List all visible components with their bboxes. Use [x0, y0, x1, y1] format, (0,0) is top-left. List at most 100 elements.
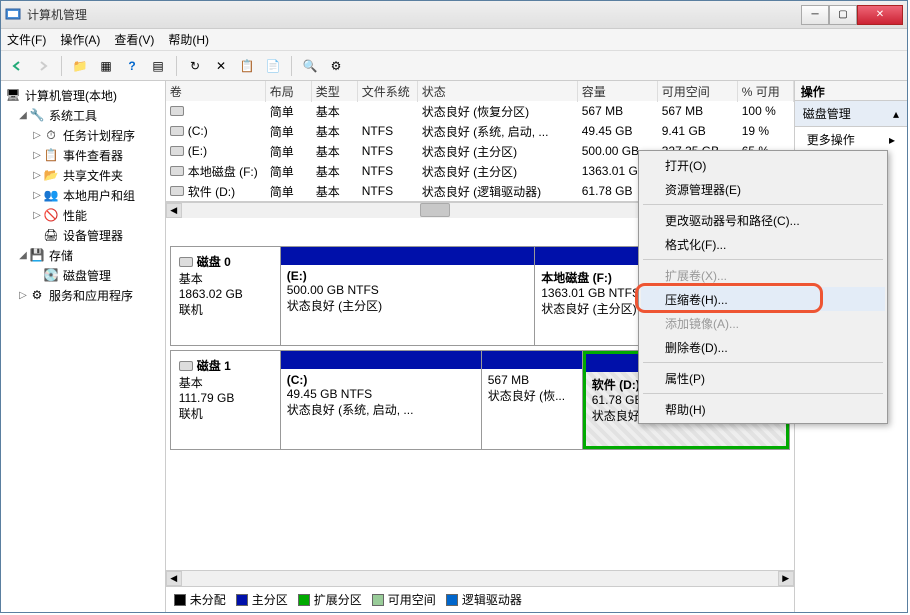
back-button[interactable] [7, 56, 27, 76]
drive-icon [170, 126, 184, 136]
tree-users[interactable]: ▷👥本地用户和组 [3, 185, 163, 205]
col-volume[interactable]: 卷 [166, 81, 266, 102]
menubar: 文件(F) 操作(A) 查看(V) 帮助(H) [1, 29, 907, 51]
volume-layout: 简单 [266, 181, 312, 202]
col-percent[interactable]: % 可用 [738, 81, 794, 102]
partition-status: 状态良好 (恢... [488, 387, 576, 404]
volume-name: (E:) [188, 144, 207, 158]
table-row[interactable]: 简单基本状态良好 (恢复分区)567 MB567 MB100 % [166, 101, 794, 121]
tree-storage[interactable]: ◢💾存储 [3, 245, 163, 265]
disk-0-label[interactable]: 磁盘 0 基本 1863.02 GB 联机 [171, 247, 281, 345]
menu-file[interactable]: 文件(F) [7, 31, 46, 48]
highlight-box [635, 283, 823, 313]
tree-users-label: 本地用户和组 [63, 187, 135, 204]
app-window: 计算机管理 ─ ▢ ✕ 文件(F) 操作(A) 查看(V) 帮助(H) 📁 ▦ … [0, 0, 908, 613]
volume-type: 基本 [312, 141, 358, 162]
context-shrink[interactable]: 压缩卷(H)... [641, 287, 885, 311]
drive-icon [170, 106, 184, 116]
disk-1-partition-recovery[interactable]: 567 MB 状态良好 (恢... [482, 351, 583, 449]
toolbar: 📁 ▦ ? ▤ ↻ ✕ 📋 📄 🔍 ⚙ [1, 51, 907, 81]
tree-services[interactable]: ▷⚙服务和应用程序 [3, 285, 163, 305]
actions-header: 操作 [795, 81, 907, 101]
tree-systools[interactable]: ◢🔧系统工具 [3, 105, 163, 125]
menu-view[interactable]: 查看(V) [114, 31, 154, 48]
menu-help[interactable]: 帮助(H) [168, 31, 209, 48]
disk-1-type: 基本 [179, 374, 272, 391]
tree-panel: 🖥计算机管理(本地) ◢🔧系统工具 ▷⏱任务计划程序 ▷📋事件查看器 ▷📂共享文… [1, 81, 166, 612]
delete-icon[interactable]: ✕ [211, 56, 231, 76]
context-help[interactable]: 帮助(H) [641, 397, 885, 421]
partition-name: (C:) [287, 373, 475, 387]
disk-1-label[interactable]: 磁盘 1 基本 111.79 GB 联机 [171, 351, 281, 449]
volume-status: 状态良好 (主分区) [418, 141, 578, 162]
volume-fs: NTFS [358, 142, 418, 160]
props-icon[interactable]: 📄 [263, 56, 283, 76]
disk-1-size: 111.79 GB [179, 391, 272, 405]
col-status[interactable]: 状态 [418, 81, 578, 102]
tree-root[interactable]: 🖥计算机管理(本地) [3, 85, 163, 105]
tool-icon[interactable]: ▤ [148, 56, 168, 76]
context-change-letter[interactable]: 更改驱动器号和路径(C)... [641, 208, 885, 232]
col-type[interactable]: 类型 [312, 81, 358, 102]
tree-eventviewer[interactable]: ▷📋事件查看器 [3, 145, 163, 165]
context-properties[interactable]: 属性(P) [641, 366, 885, 390]
volume-layout: 简单 [266, 141, 312, 162]
tree-shared[interactable]: ▷📂共享文件夹 [3, 165, 163, 185]
list-icon[interactable]: 📋 [237, 56, 257, 76]
legend-unallocated: 未分配 [174, 591, 226, 608]
tree-scheduler[interactable]: ▷⏱任务计划程序 [3, 125, 163, 145]
disk-1-title: 磁盘 1 [197, 357, 231, 374]
view-icon[interactable]: ▦ [96, 56, 116, 76]
disk-scrollbar[interactable]: ◀ ▶ [166, 570, 794, 586]
volume-percent: 19 % [738, 122, 794, 140]
volume-type: 基本 [312, 181, 358, 202]
tree-devmgr[interactable]: 🖨设备管理器 [3, 225, 163, 245]
tree-eventviewer-label: 事件查看器 [63, 147, 123, 164]
settings-icon[interactable]: ⚙ [326, 56, 346, 76]
tree-diskmgmt[interactable]: 💽磁盘管理 [3, 265, 163, 285]
partition-status: 状态良好 (主分区) [287, 297, 529, 314]
actions-more[interactable]: 更多操作▸ [795, 127, 907, 152]
folder-icon[interactable]: 📁 [70, 56, 90, 76]
drive-icon [170, 146, 184, 156]
volume-fs: NTFS [358, 122, 418, 140]
tree-perf[interactable]: ▷🚫性能 [3, 205, 163, 225]
tree-devmgr-label: 设备管理器 [63, 227, 123, 244]
col-capacity[interactable]: 容量 [578, 81, 658, 102]
disk-0-partition-e[interactable]: (E:) 500.00 GB NTFS 状态良好 (主分区) [281, 247, 536, 345]
refresh-icon[interactable]: ↻ [185, 56, 205, 76]
tree-shared-label: 共享文件夹 [63, 167, 123, 184]
partition-size: 49.45 GB NTFS [287, 387, 475, 401]
volume-layout: 简单 [266, 101, 312, 122]
help-icon[interactable]: ? [122, 56, 142, 76]
disk-0-size: 1863.02 GB [179, 287, 272, 301]
actions-section[interactable]: 磁盘管理▴ [795, 101, 907, 127]
menu-action[interactable]: 操作(A) [60, 31, 100, 48]
forward-button[interactable] [33, 56, 53, 76]
search-icon[interactable]: 🔍 [300, 56, 320, 76]
context-explorer[interactable]: 资源管理器(E) [641, 177, 885, 201]
scroll-left-icon[interactable]: ◀ [166, 203, 182, 218]
minimize-button[interactable]: ─ [801, 5, 829, 25]
col-free[interactable]: 可用空间 [658, 81, 738, 102]
drive-icon [170, 186, 184, 196]
volume-status: 状态良好 (主分区) [418, 161, 578, 182]
disk-1-status: 联机 [179, 405, 272, 422]
volume-percent: 100 % [738, 102, 794, 120]
close-button[interactable]: ✕ [857, 5, 903, 25]
tree-root-label: 计算机管理(本地) [25, 87, 117, 104]
table-row[interactable]: (C:)简单基本NTFS状态良好 (系统, 启动, ...49.45 GB9.4… [166, 121, 794, 141]
volume-capacity: 49.45 GB [578, 122, 658, 140]
maximize-button[interactable]: ▢ [829, 5, 857, 25]
col-layout[interactable]: 布局 [266, 81, 312, 102]
disk-1-partition-c[interactable]: (C:) 49.45 GB NTFS 状态良好 (系统, 启动, ... [281, 351, 482, 449]
context-delete[interactable]: 删除卷(D)... [641, 335, 885, 359]
scroll-left-icon[interactable]: ◀ [166, 571, 182, 586]
context-open[interactable]: 打开(O) [641, 153, 885, 177]
volume-free: 9.41 GB [658, 122, 738, 140]
scroll-right-icon[interactable]: ▶ [778, 571, 794, 586]
col-filesystem[interactable]: 文件系统 [358, 81, 418, 102]
collapse-icon: ▴ [893, 107, 899, 121]
tree-perf-label: 性能 [63, 207, 87, 224]
context-format[interactable]: 格式化(F)... [641, 232, 885, 256]
